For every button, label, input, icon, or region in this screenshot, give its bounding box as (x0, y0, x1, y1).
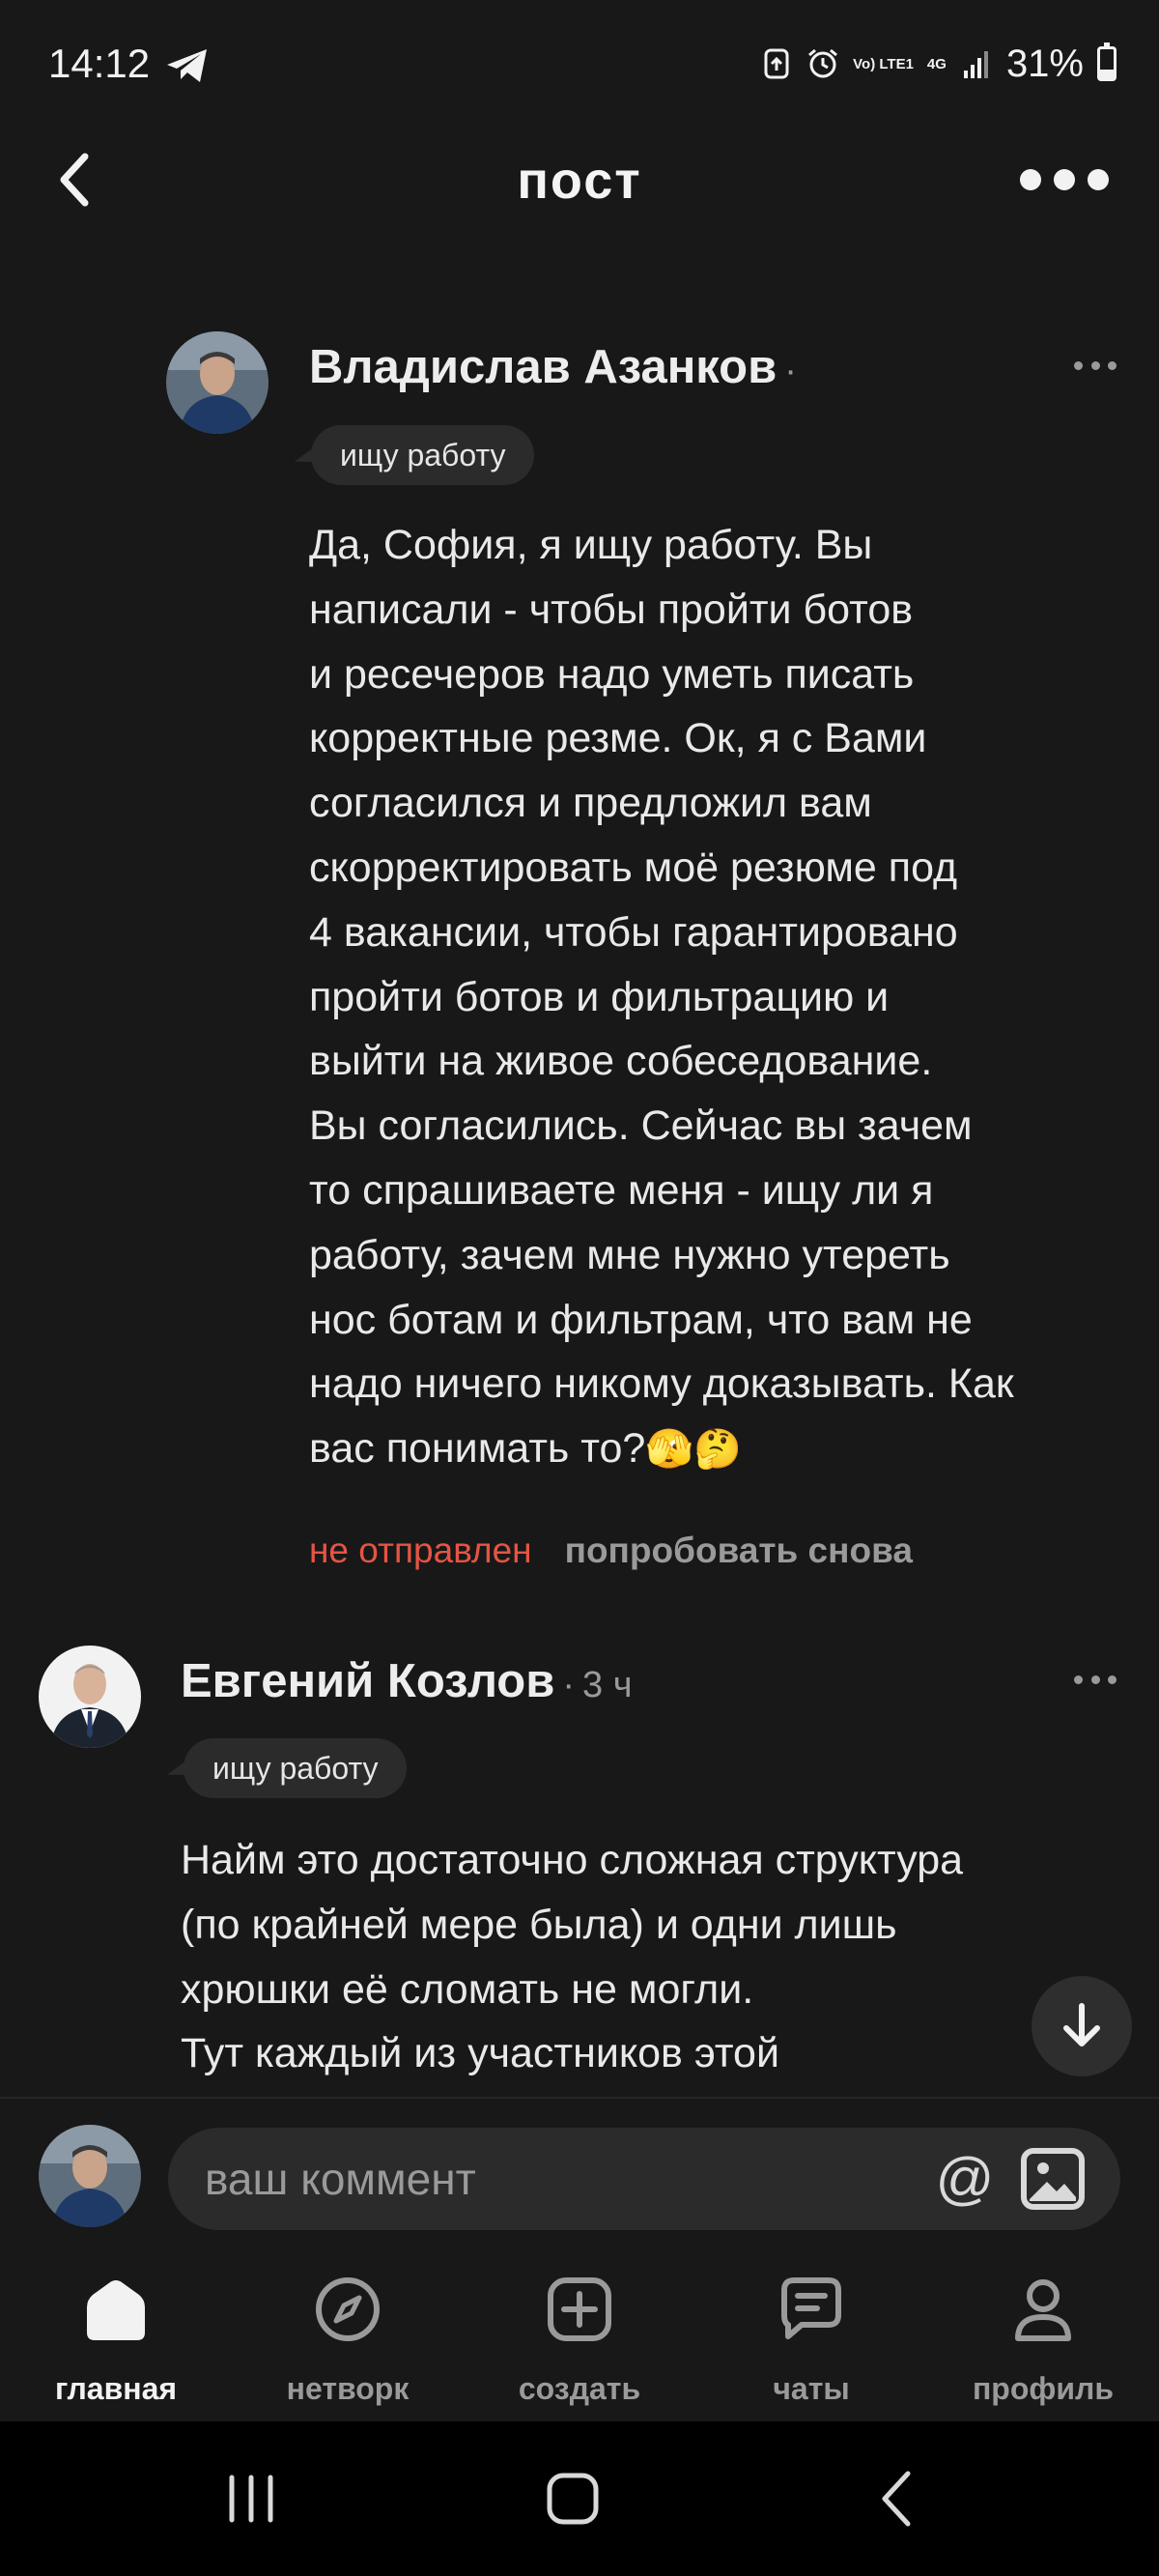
nav-label: чаты (773, 2371, 850, 2406)
battery-icon (1097, 43, 1117, 81)
dot (1090, 1675, 1100, 1684)
compass-icon (316, 2277, 380, 2341)
comment-body: Да, София, я ищу работу. Вы написали - ч… (309, 522, 1014, 1473)
scroll-down-button[interactable] (1032, 1976, 1132, 2076)
comment-text: Да, София, я ищу работу. Вы написали - ч… (309, 513, 1140, 1482)
data-saver-icon (764, 48, 789, 79)
retry-button[interactable]: попробовать снова (565, 1531, 913, 1570)
battery-percent: 31% (1005, 42, 1084, 85)
nav-item-profile[interactable]: профиль (927, 2251, 1159, 2421)
comment-time: 3 ч (582, 1665, 633, 1705)
author-name[interactable]: Евгений Козлов (181, 1655, 554, 1707)
more-horizontal-icon[interactable] (1020, 166, 1109, 193)
dot (1088, 169, 1109, 190)
dot (1054, 169, 1075, 190)
dot (1074, 361, 1083, 370)
page-title: пост (517, 152, 642, 210)
network-label: Vo) LTE1 (853, 55, 914, 72)
status-tag[interactable]: ищу работу (311, 425, 535, 485)
telegram-icon (167, 49, 207, 82)
comment-author[interactable]: Владислав Азанков · (309, 340, 797, 394)
alarm-icon (808, 48, 838, 78)
status-bar: 14:12 Vo) LTE1 4G 31% (0, 0, 1159, 131)
author-meta-dot: · (562, 1665, 576, 1705)
network-type: 4G (926, 55, 947, 72)
avatar[interactable] (39, 1646, 141, 1748)
header: пост (0, 131, 1159, 228)
my-avatar[interactable] (39, 2125, 141, 2227)
status-time: 14:12 (48, 41, 151, 86)
avatar[interactable] (166, 331, 269, 434)
send-failed-label: не отправлен (309, 1531, 532, 1570)
nav-item-chats[interactable]: чаты (695, 2251, 927, 2421)
dot (1020, 169, 1041, 190)
nav-label: главная (54, 2371, 178, 2406)
nav-item-home[interactable]: главная (0, 2251, 232, 2421)
signal-icon (963, 51, 988, 78)
chat-icon (781, 2277, 841, 2339)
emoji: 🫣🤔 (645, 1427, 742, 1473)
author-name[interactable]: Владислав Азанков (309, 341, 777, 393)
home-button-icon[interactable] (534, 2468, 611, 2530)
comment-author[interactable]: Евгений Козлов · 3 ч (181, 1654, 633, 1708)
status-tag[interactable]: ищу работу (184, 1738, 408, 1798)
nav-item-network[interactable]: нетворк (232, 2251, 464, 2421)
mention-button[interactable]: @ (931, 2145, 999, 2213)
comment-more-icon[interactable] (1074, 361, 1117, 373)
dot (1108, 1675, 1117, 1684)
nav-label: создать (518, 2371, 641, 2406)
nav-item-create[interactable]: создать (464, 2251, 695, 2421)
dot (1074, 1675, 1083, 1684)
dot (1090, 361, 1100, 370)
system-navigation-bar (0, 2421, 1159, 2576)
recent-apps-icon[interactable] (212, 2468, 290, 2530)
author-meta-dot: · (784, 351, 797, 391)
image-icon[interactable] (1020, 2147, 1086, 2211)
nav-label: нетворк (286, 2371, 410, 2406)
dot (1108, 361, 1117, 370)
status-indicators: Vo) LTE1 4G 31% (760, 39, 1117, 89)
arrow-down-icon (1063, 2003, 1100, 2046)
bottom-navigation: главная нетворк создать чаты профиль (0, 2251, 1159, 2421)
comment-input[interactable] (205, 2128, 881, 2230)
comment-composer: @ (0, 2097, 1159, 2251)
plus-square-icon (548, 2277, 611, 2341)
comment-text: Найм это достаточно сложная структура (п… (181, 1837, 964, 2077)
user-icon (1015, 2279, 1071, 2341)
home-icon (87, 2280, 145, 2340)
back-icon[interactable] (860, 2468, 937, 2530)
send-status-row: не отправлен попробовать снова (309, 1531, 913, 1571)
nav-label: профиль (972, 2371, 1115, 2406)
comment-more-icon[interactable] (1074, 1675, 1117, 1687)
battery-level (1100, 69, 1114, 78)
comment-field[interactable]: @ (168, 2128, 1120, 2230)
